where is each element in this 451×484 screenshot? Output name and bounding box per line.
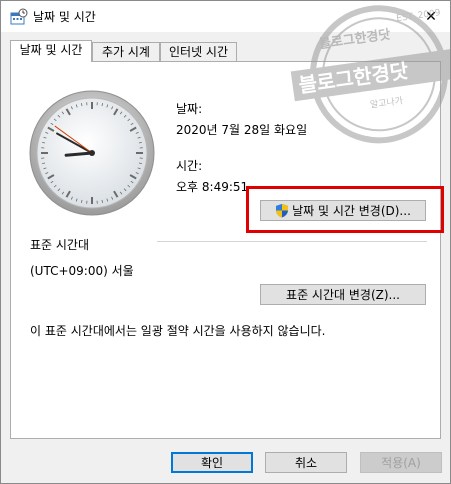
title-bar: 날짜 및 시간 ✕ <box>1 1 450 32</box>
time-label: 시간: <box>176 159 203 173</box>
uac-shield-icon <box>275 203 289 218</box>
tab-panel: 날짜: 2020년 7월 28일 화요일 시간: 오후 8:49:51 날짜 및… <box>10 61 444 439</box>
apply-button[interactable]: 적용(A) <box>360 452 442 473</box>
change-date-time-button[interactable]: 날짜 및 시간 변경(D)... <box>260 200 426 221</box>
dst-note: 이 표준 시간대에서는 일광 절약 시간을 사용하지 않습니다. <box>30 324 326 338</box>
cancel-button[interactable]: 취소 <box>265 452 347 473</box>
timezone-value: (UTC+09:00) 서울 <box>30 264 134 278</box>
tab-additional-clocks[interactable]: 추가 시계 <box>92 42 160 61</box>
analog-clock <box>29 90 155 216</box>
ok-button[interactable]: 확인 <box>171 452 253 473</box>
date-time-dialog: 날짜 및 시간 ✕ 날짜 및 시간 추가 시계 인터넷 시간 날짜: 2020년… <box>0 0 451 484</box>
date-time-app-icon <box>10 8 28 29</box>
timezone-divider <box>157 241 427 242</box>
clock-center-pin <box>89 150 95 156</box>
window-title: 날짜 및 시간 <box>33 10 96 24</box>
tab-internet-time[interactable]: 인터넷 시간 <box>160 42 237 61</box>
tab-date-time[interactable]: 날짜 및 시간 <box>10 40 92 62</box>
date-value: 2020년 7월 28일 화요일 <box>176 123 308 137</box>
time-value: 오후 8:49:51 <box>176 180 249 194</box>
change-timezone-button[interactable]: 표준 시간대 변경(Z)... <box>260 284 426 305</box>
timezone-section-label: 표준 시간대 <box>30 238 90 252</box>
close-button[interactable]: ✕ <box>412 1 450 32</box>
change-date-time-button-label: 날짜 및 시간 변경(D)... <box>292 204 411 218</box>
close-icon: ✕ <box>425 8 437 25</box>
date-label: 날짜: <box>176 102 203 116</box>
